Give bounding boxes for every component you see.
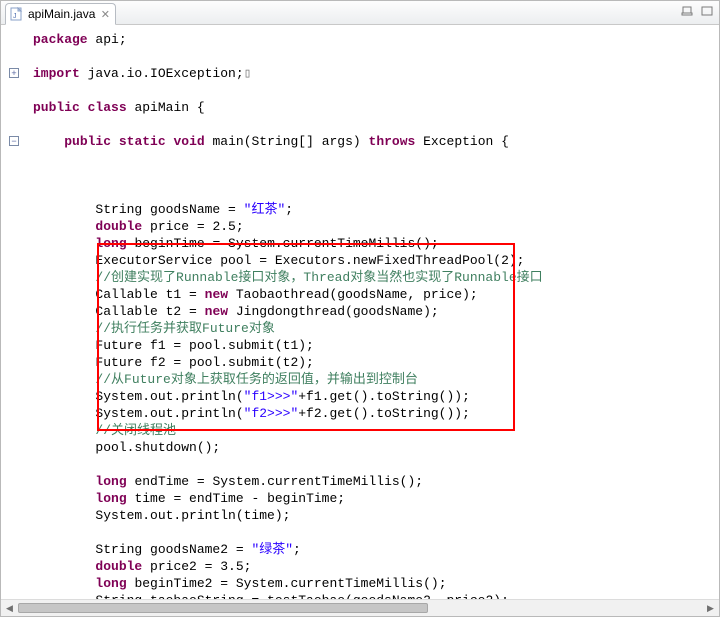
- scroll-right-icon[interactable]: ▶: [702, 600, 719, 617]
- tab-label: apiMain.java: [28, 7, 95, 21]
- restore-icon[interactable]: [679, 3, 695, 19]
- minimize-icon[interactable]: [699, 3, 715, 19]
- close-icon[interactable]: ✕: [99, 8, 111, 20]
- fold-collapse-icon[interactable]: −: [9, 136, 19, 146]
- horizontal-scrollbar[interactable]: ◀ ▶: [1, 599, 719, 616]
- scroll-left-icon[interactable]: ◀: [1, 600, 18, 617]
- java-file-icon: J: [10, 7, 24, 21]
- editor-frame: J apiMain.java ✕ + − package api; import…: [0, 0, 720, 617]
- fold-expand-icon[interactable]: +: [9, 68, 19, 78]
- tab-apimain[interactable]: J apiMain.java ✕: [5, 3, 116, 25]
- scroll-thumb[interactable]: [18, 603, 428, 613]
- code-area[interactable]: package api; import java.io.IOException;…: [27, 25, 719, 599]
- code-viewport[interactable]: package api; import java.io.IOException;…: [27, 25, 719, 599]
- svg-text:J: J: [13, 13, 17, 20]
- scroll-track[interactable]: [18, 600, 702, 617]
- editor-toolbar-right: [679, 3, 715, 19]
- editor-body: + − package api; import java.io.IOExcept…: [1, 25, 719, 599]
- gutter[interactable]: + −: [1, 25, 27, 599]
- tab-bar: J apiMain.java ✕: [1, 1, 719, 25]
